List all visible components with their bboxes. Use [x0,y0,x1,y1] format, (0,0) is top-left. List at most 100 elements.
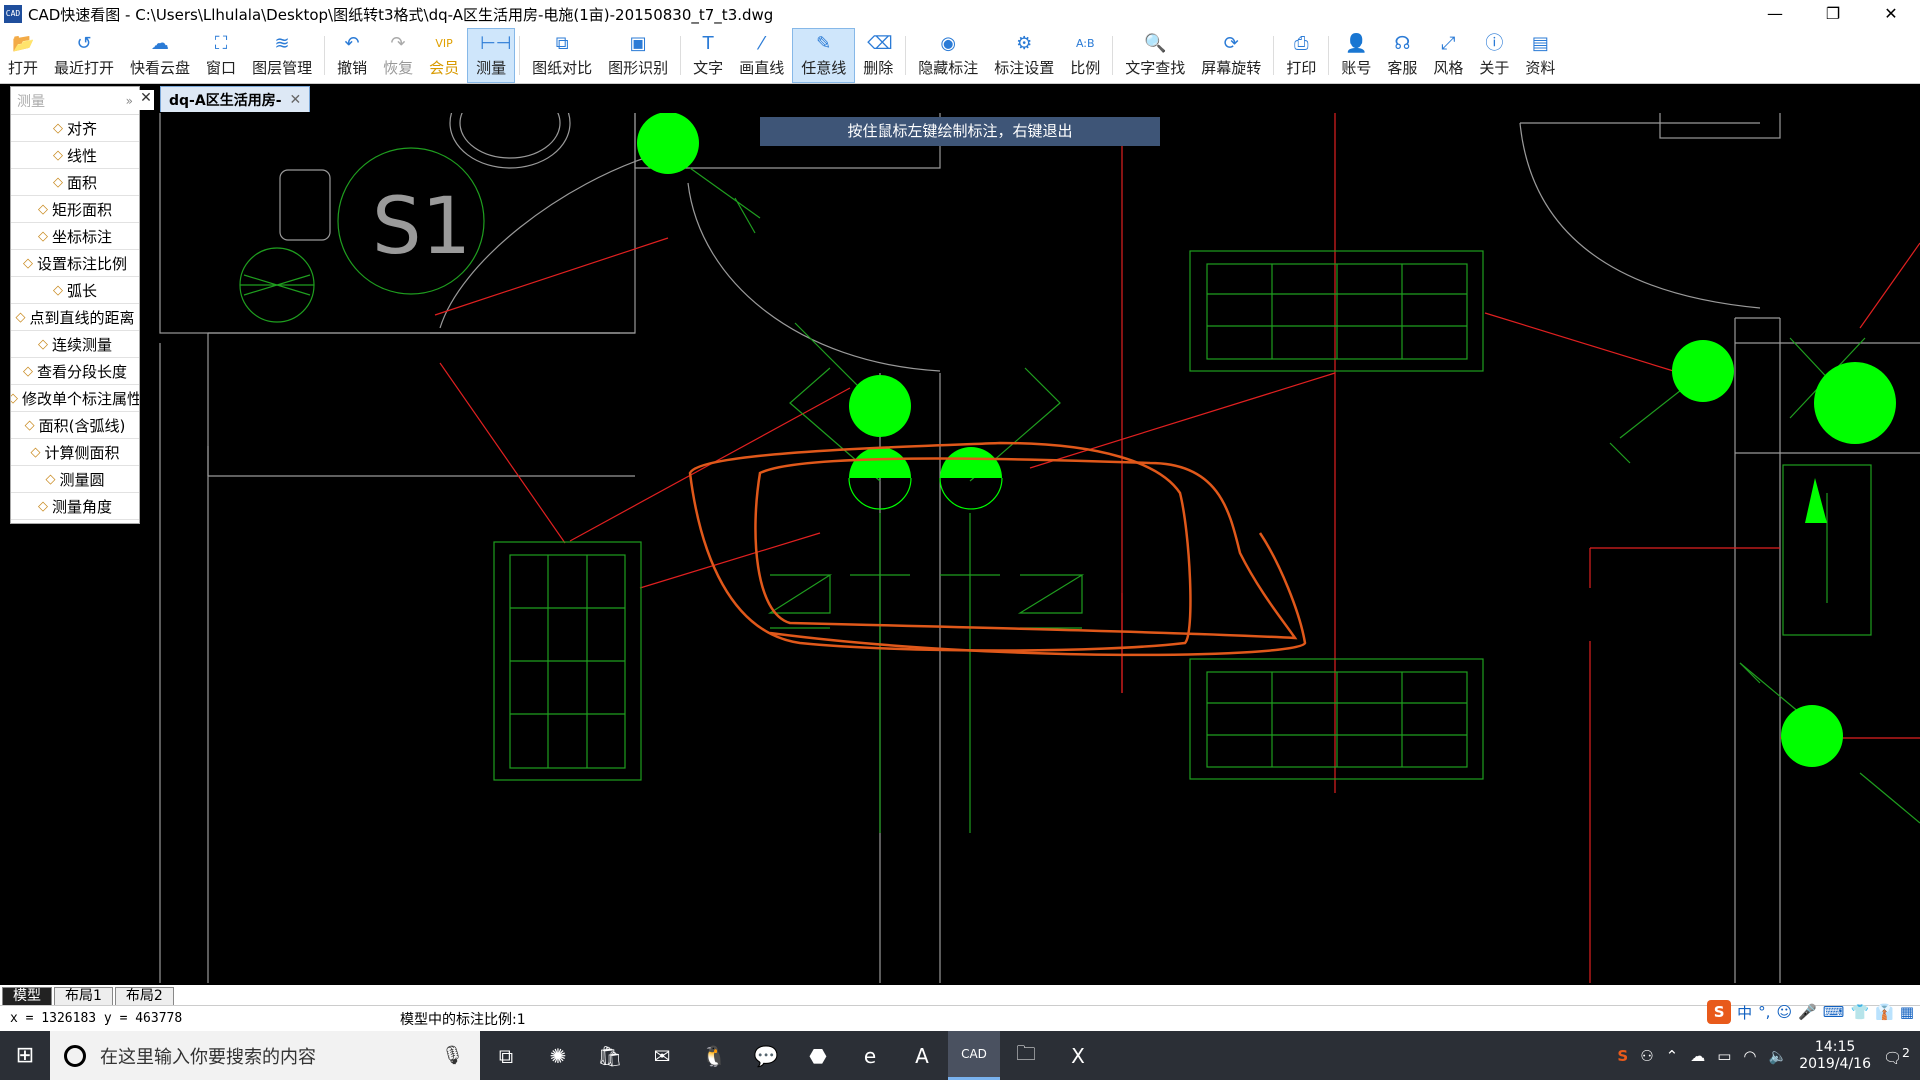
microphone-icon[interactable]: 🎙 [441,1045,464,1066]
measure-item[interactable]: ◇ 计算侧面积 [11,439,139,466]
a-app-icon[interactable]: A [896,1031,948,1080]
maximize-button[interactable]: ❐ [1804,0,1862,28]
angle-measure-icon: ◇ [37,498,48,514]
document-tabs: dq-A区生活用房- ✕ [160,86,311,112]
wifi-icon[interactable]: ◠ [1743,1047,1756,1065]
toolbar-button-12[interactable]: ⁄ 画直线 [731,28,792,83]
measure-item[interactable]: ◇ 点到直线的距离 [11,304,139,331]
toolbar-button-25[interactable]: ▤ 资料 [1517,28,1563,83]
freehand-annotation[interactable] [769,532,1307,657]
people-icon[interactable]: ⚇ [1640,1047,1653,1065]
drawing-canvas[interactable]: S1 [0,113,1920,985]
toolbar-label: 资料 [1525,59,1556,77]
layout-tab[interactable]: 布局1 [54,987,113,1005]
toolbar-button-22[interactable]: ☊ 客服 [1379,28,1425,83]
file-explorer-icon[interactable]: 🗀 [1000,1031,1052,1080]
ime-icon[interactable]: 🎤 [1798,1003,1817,1021]
windows-start-icon[interactable]: ⊞ [0,1031,50,1080]
battery-icon[interactable]: ▭ [1717,1047,1731,1065]
measure-item[interactable]: ◇ 面积(含弧线) [11,412,139,439]
ime-icon[interactable]: 👕 [1850,1003,1869,1021]
layout-tab[interactable]: 布局2 [114,987,174,1005]
ime-icon[interactable]: ▦ [1900,1003,1914,1021]
toolbar-button-9[interactable]: ⧉ 图纸对比 [524,28,600,83]
cad-app-icon[interactable]: CAD [948,1031,1000,1080]
measure-item[interactable]: ◇ 连续测量 [11,331,139,358]
ime-icon[interactable]: S [1707,1000,1732,1024]
qq-icon[interactable]: 🐧 [688,1031,740,1080]
volume-icon[interactable]: 🔈 [1769,1047,1788,1065]
ime-icon[interactable]: °, [1758,1003,1770,1021]
toolbar-button-16[interactable]: ⚙ 标注设置 [986,28,1062,83]
toolbar-button-14[interactable]: ⌫ 删除 [855,28,901,83]
measure-item[interactable]: ◇ 测量角度 [11,493,139,520]
measure-item[interactable]: ◇ 测量圆 [11,466,139,493]
toolbar-button-3[interactable]: ⛶ 窗口 [198,28,244,83]
toolbar-button-24[interactable]: ⓘ 关于 [1471,28,1517,83]
toolbar-button-6[interactable]: ↷ 恢复 [375,28,421,83]
toolbar-button-19[interactable]: ⟳ 屏幕旋转 [1193,28,1269,83]
ime-icon[interactable]: 中 [1737,1002,1752,1023]
freehand-annotation[interactable] [754,457,1298,640]
toolbar-button-10[interactable]: ▣ 图形识别 [600,28,676,83]
toolbar-button-1[interactable]: ↺ 最近打开 [46,28,122,83]
linear-measure-icon: ◇ [52,147,63,163]
document-tab[interactable]: dq-A区生活用房- ✕ [160,86,311,112]
measure-item[interactable]: ◇ 设置标注比例 [11,250,139,277]
toolbar-button-18[interactable]: 🔍 文字查找 [1117,28,1193,83]
store-icon[interactable]: 🛍 [584,1031,636,1080]
edge-icon[interactable]: e [844,1031,896,1080]
ime-icon[interactable]: ☺ [1776,1003,1792,1021]
sogou-tray-icon[interactable]: S [1617,1047,1628,1065]
toolbar-button-21[interactable]: 👤 账号 [1333,28,1379,83]
toolbar-button-17[interactable]: A:B 比例 [1062,28,1108,83]
clock[interactable]: 14:15 2019/4/16 [1799,1039,1871,1073]
swirl-app-icon[interactable]: ✺ [532,1031,584,1080]
toolbar-button-11[interactable]: T 文字 [685,28,731,83]
toolbar-button-23[interactable]: ⤢ 风格 [1425,28,1471,83]
measure-item[interactable]: ◇ 查看分段长度 [11,358,139,385]
wechat-icon[interactable]: 💬 [740,1031,792,1080]
pin-icon[interactable]: » [126,94,133,108]
minimize-button[interactable]: — [1746,0,1804,28]
measure-item[interactable]: ◇ 对齐 [11,115,139,142]
close-tab-icon[interactable]: ✕ [290,92,302,108]
green-app-icon[interactable]: ⬣ [792,1031,844,1080]
measure-item[interactable]: ◇ 矩形面积 [11,196,139,223]
toolbar-button-5[interactable]: ↶ 撤销 [329,28,375,83]
ime-icon[interactable]: 👔 [1875,1003,1894,1021]
sink [449,113,571,169]
onedrive-icon[interactable]: ☁ [1690,1047,1705,1065]
chevron-up-icon[interactable]: ⌃ [1666,1047,1679,1065]
windows-taskbar: ⊞ 在这里输入你要搜索的内容 🎙 ⧉ ✺ 🛍 ✉ 🐧 💬 ⬣ e A CAD 🗀 X S ⚇ ⌃ ☁ … [0,1031,1920,1080]
toolbar-button-20[interactable]: ⎙ 打印 [1278,28,1324,83]
layout-tab[interactable]: 模型 [2,987,52,1005]
toolbar-button-0[interactable]: 📂 打开 [0,28,46,83]
annotation-ratio: 模型中的标注比例:1 [400,1011,526,1028]
measure-item[interactable]: ◇ 弧长 [11,277,139,304]
measure-item[interactable]: ◇ 修改单个标注属性 [11,385,139,412]
drawing-geometry: S1 [159,113,1920,983]
measure-item[interactable]: ◇ 坐标标注 [11,223,139,250]
toolbar-button-4[interactable]: ≋ 图层管理 [244,28,320,83]
toolbar-button-7[interactable]: VIP 会员 [421,28,467,83]
toolbar-button-13[interactable]: ✎ 任意线 [792,28,856,83]
notification-icon[interactable]: 🗨2 [1883,1045,1910,1067]
area-arc-icon: ◇ [24,417,35,433]
close-panel-icon[interactable]: ✕ [138,90,154,110]
style-icon: ⤢ [1441,33,1456,54]
measure-item[interactable]: ◇ 面积 [11,169,139,196]
ime-icon[interactable]: ⌨ [1823,1003,1845,1021]
toolbar-button-15[interactable]: ◉ 隐藏标注 [910,28,986,83]
task-view-icon[interactable]: ⧉ [480,1031,532,1080]
close-button[interactable]: ✕ [1862,0,1920,28]
excel-icon[interactable]: X [1052,1031,1104,1080]
taskbar-search[interactable]: 在这里输入你要搜索的内容 🎙 [50,1031,480,1080]
mail-icon[interactable]: ✉ [636,1031,688,1080]
measure-item[interactable]: ◇ 线性 [11,142,139,169]
toolbar-button-8[interactable]: ⊢⊣ 测量 [467,28,516,83]
toolbar-label: 文字 [693,59,724,77]
toolbar-button-2[interactable]: ☁ 快看云盘 [122,28,198,83]
toolbar-label: 窗口 [206,59,237,77]
toolbar-separator [1273,36,1275,75]
